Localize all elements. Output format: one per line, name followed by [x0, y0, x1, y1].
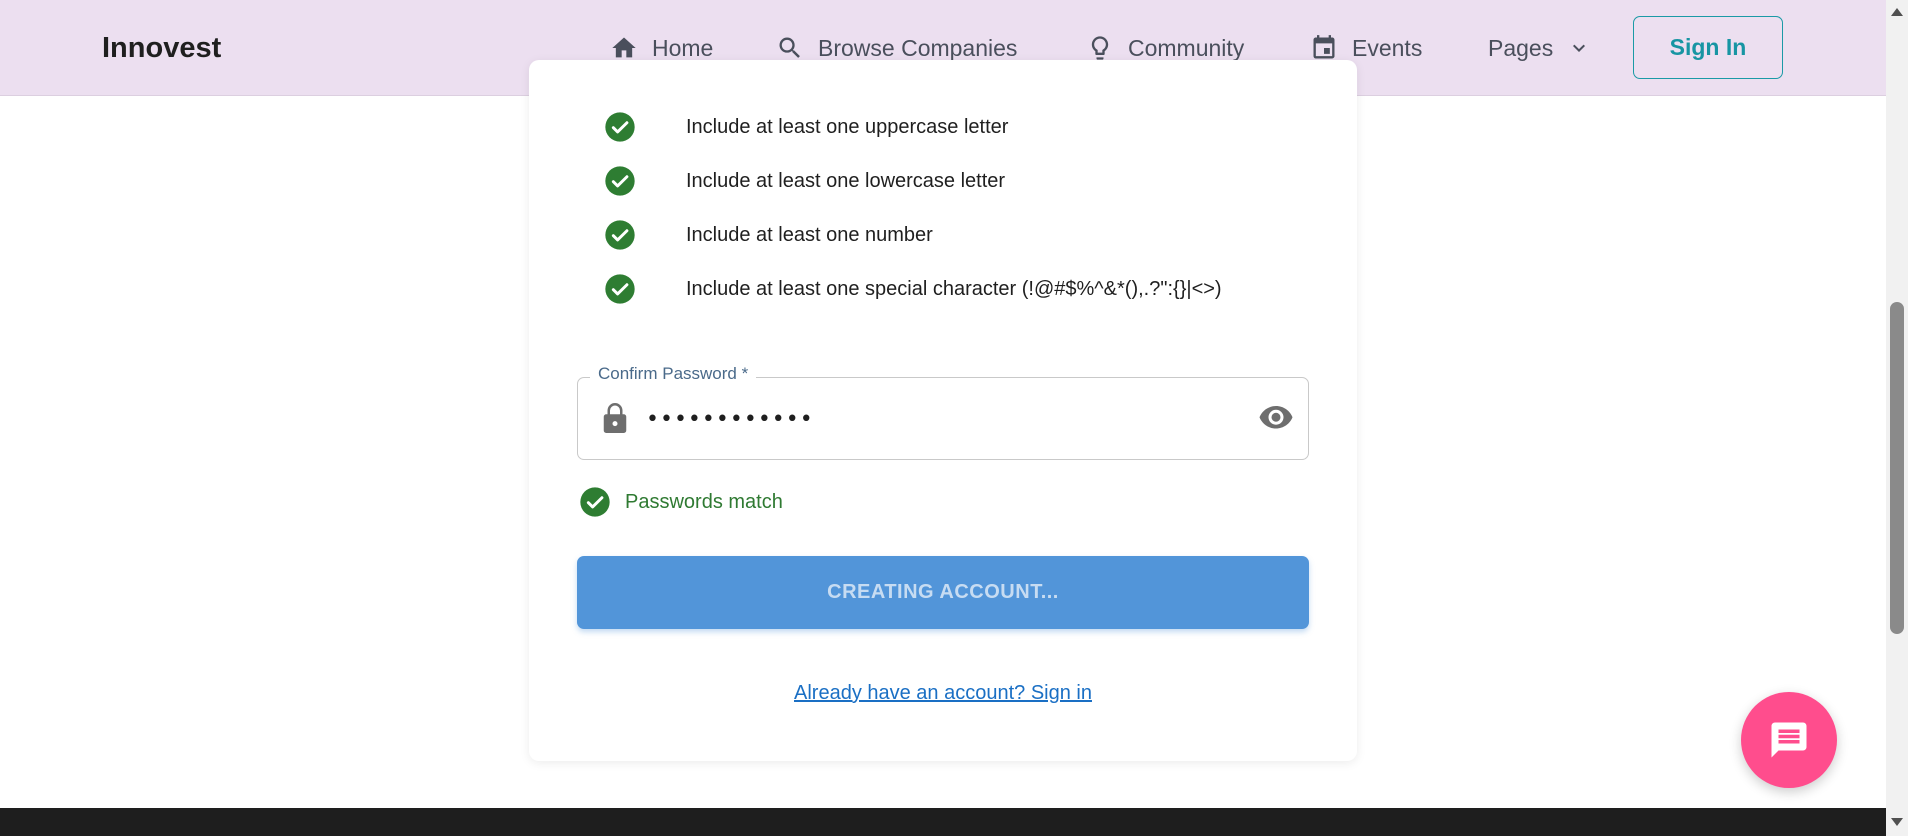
check-circle-icon	[580, 487, 610, 517]
chevron-down-icon	[1573, 44, 1586, 52]
page-scrollbar[interactable]	[1886, 0, 1908, 836]
nav-community-label: Community	[1128, 34, 1245, 61]
footer	[0, 808, 1886, 836]
requirement-number: Include at least one number	[604, 218, 933, 252]
calendar-icon	[1313, 35, 1335, 59]
scroll-thumb[interactable]	[1890, 302, 1904, 634]
lightbulb-icon	[1091, 36, 1109, 60]
password-match-text: Passwords match	[625, 490, 783, 513]
requirement-uppercase: Include at least one uppercase letter	[604, 110, 1008, 144]
chat-button[interactable]	[1741, 692, 1837, 788]
lock-icon	[603, 403, 627, 433]
scroll-up-arrow-icon[interactable]	[1891, 8, 1903, 16]
scroll-down-arrow-icon[interactable]	[1891, 818, 1903, 826]
nav-pages-dropdown[interactable]: Pages	[1488, 28, 1591, 68]
check-circle-icon	[605, 220, 635, 250]
requirement-text: Include at least one number	[686, 223, 933, 246]
requirement-text: Include at least one special character (…	[686, 277, 1222, 300]
create-account-button[interactable]: CREATING ACCOUNT...	[577, 556, 1309, 629]
chat-icon	[1771, 722, 1807, 758]
check-circle-icon	[605, 274, 635, 304]
sign-in-link[interactable]: Already have an account? Sign in	[577, 682, 1309, 705]
nav-events-label: Events	[1352, 34, 1423, 61]
requirement-special-character: Include at least one special character (…	[604, 272, 1222, 306]
check-circle-icon	[605, 112, 635, 142]
requirement-lowercase: Include at least one lowercase letter	[604, 164, 1005, 198]
password-match-status: Passwords match	[579, 486, 783, 518]
confirm-password-input[interactable]	[644, 400, 1248, 438]
requirement-text: Include at least one uppercase letter	[686, 115, 1009, 138]
search-icon	[779, 37, 800, 58]
nav-home-label: Home	[652, 34, 714, 61]
confirm-password-label: Confirm Password *	[590, 364, 757, 384]
brand-logo[interactable]: Innovest	[102, 30, 221, 66]
requirement-text: Include at least one lowercase letter	[686, 169, 1006, 192]
page: Innovest Home Browse Companies Community…	[0, 0, 1908, 836]
sign-in-button[interactable]: Sign In	[1633, 16, 1783, 79]
eye-icon[interactable]	[1258, 404, 1294, 432]
home-icon	[612, 37, 636, 58]
nav-pages-label: Pages	[1488, 34, 1554, 61]
check-circle-icon	[605, 166, 635, 196]
nav-browse-label: Browse Companies	[818, 34, 1018, 61]
